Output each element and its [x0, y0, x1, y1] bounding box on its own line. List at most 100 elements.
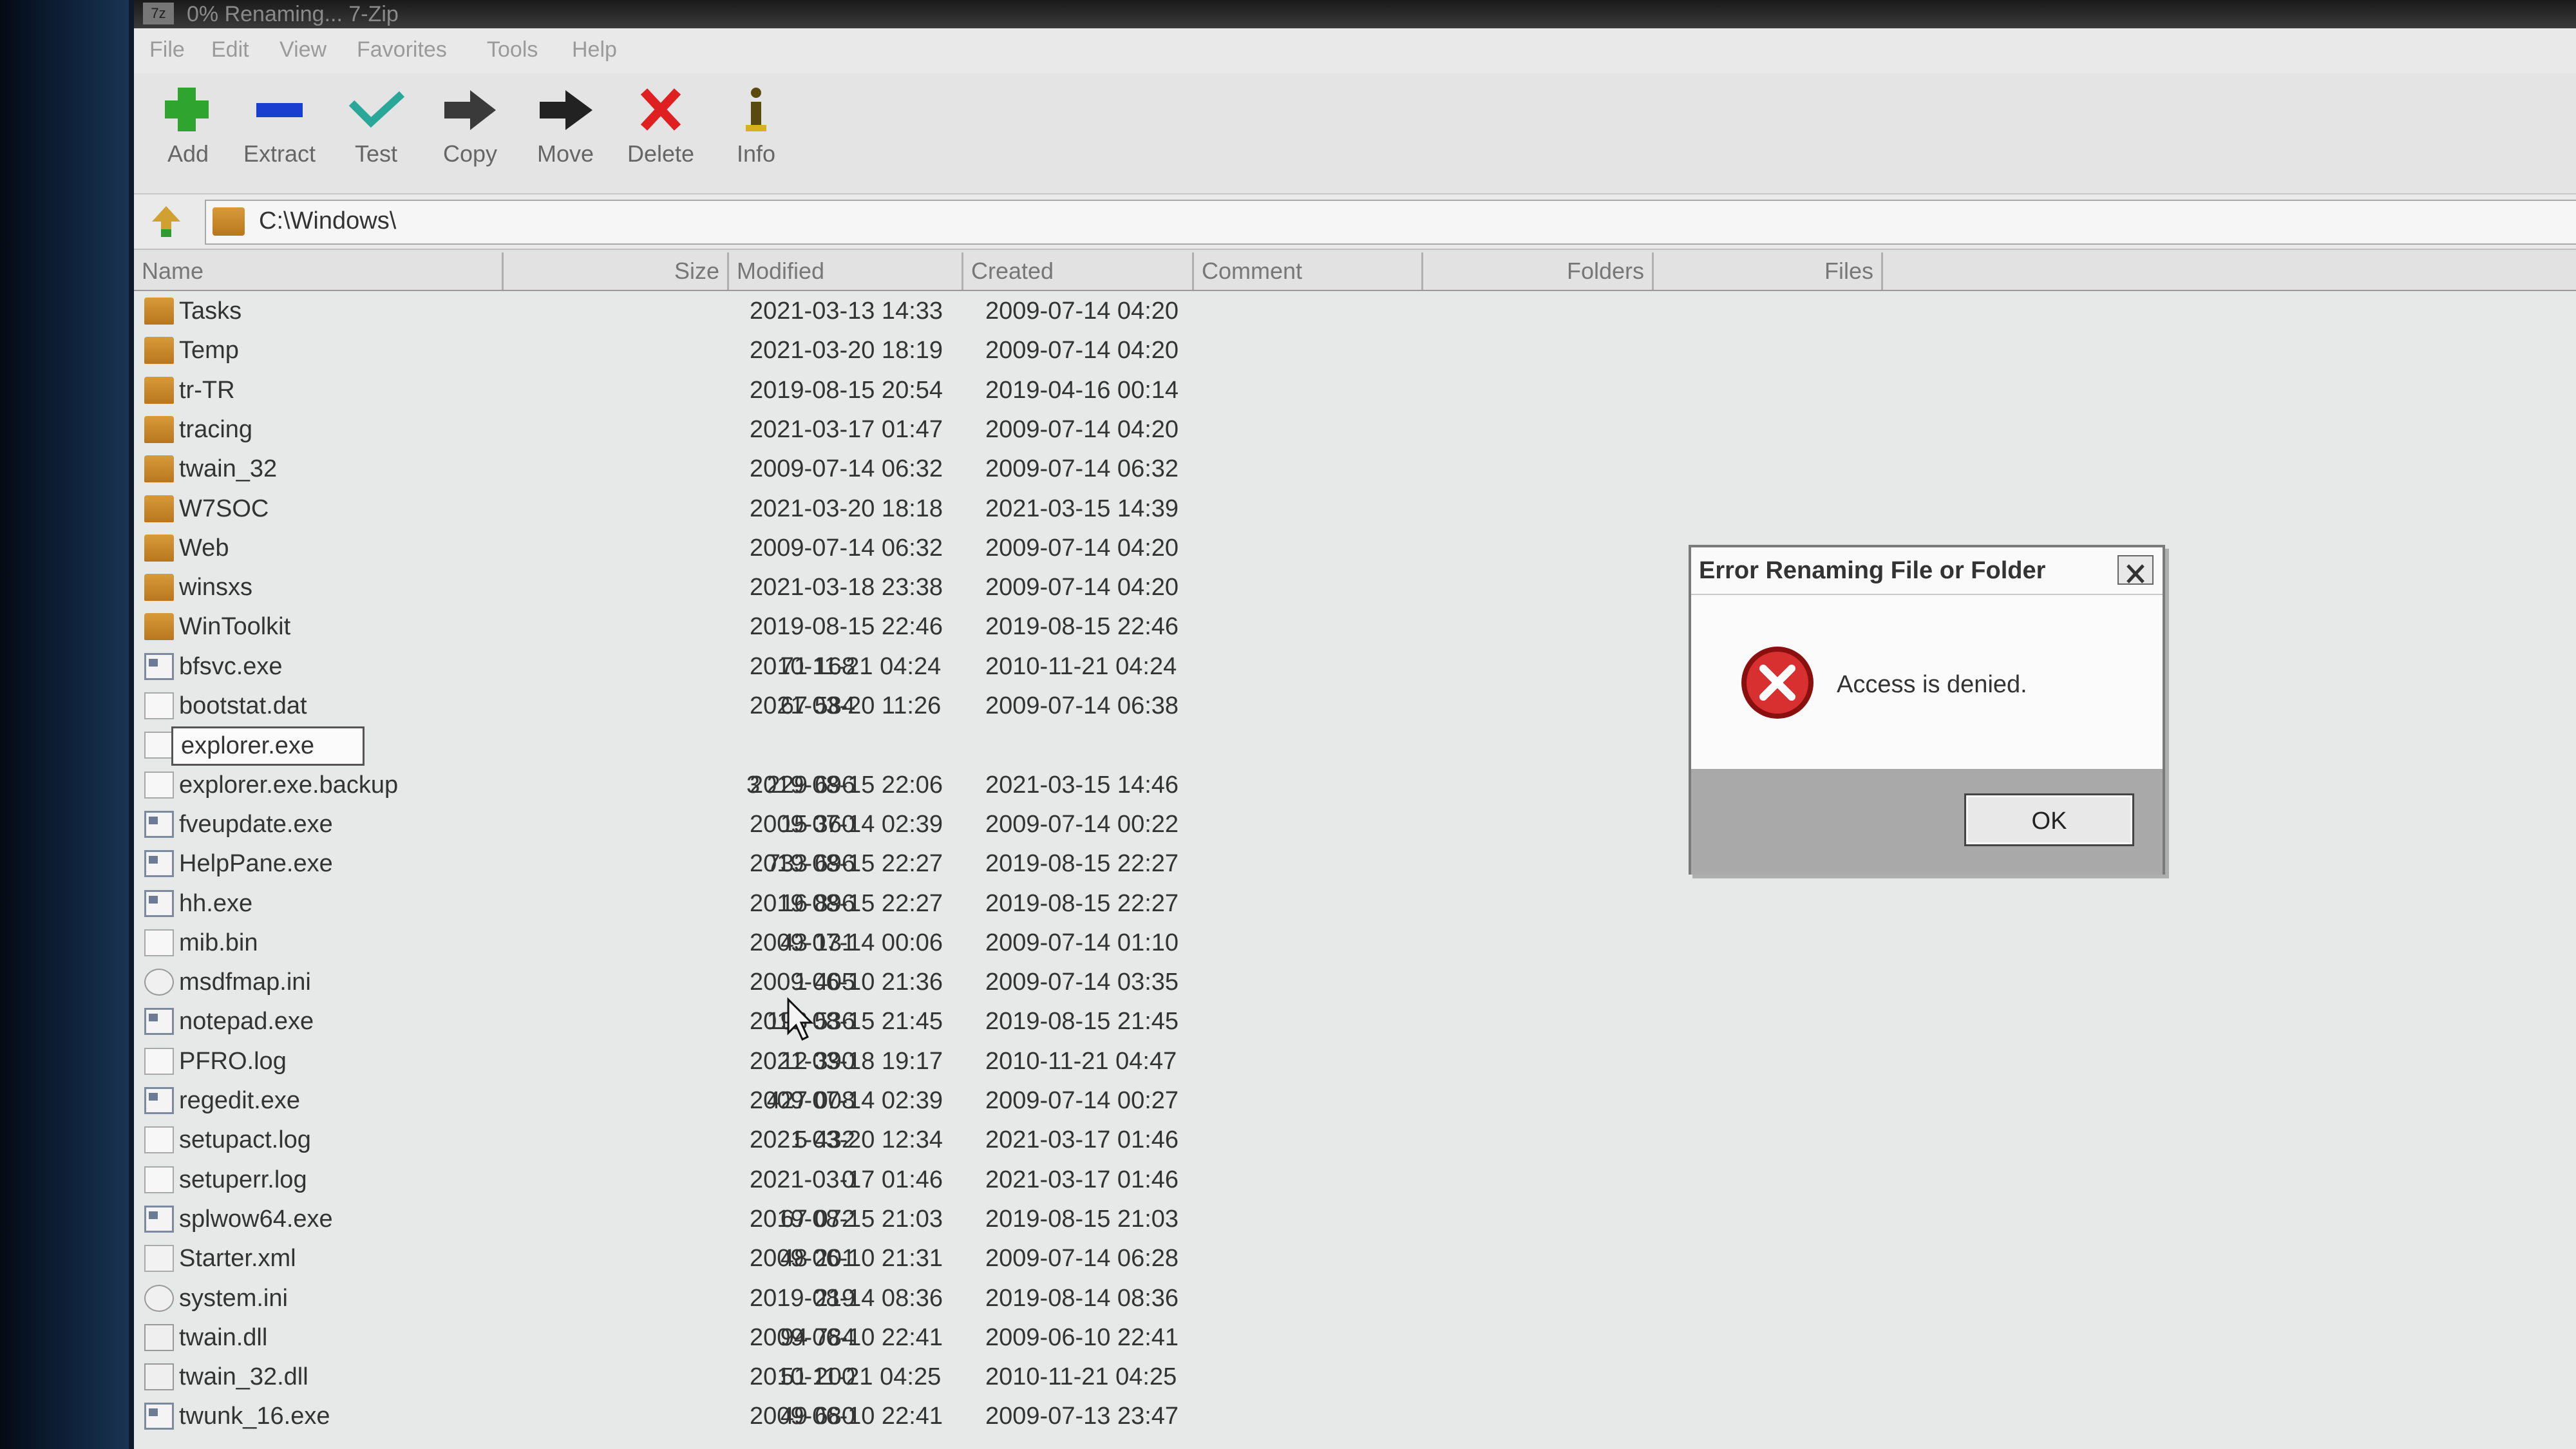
file-row[interactable]: tr-TR 2019-08-15 20:54 2019-04-16 00:14: [134, 370, 1358, 410]
file-name: bfsvc.exe: [179, 653, 283, 680]
file-row[interactable]: notepad.exe 193 536 2019-08-15 21:45 2019-0…: [134, 1001, 1358, 1041]
plus-icon: [165, 88, 209, 131]
file-modified: 2019-08-15 20:54: [750, 377, 943, 404]
ok-button[interactable]: OK: [1964, 793, 2134, 846]
file-created: 2009-07-14 03:35: [985, 969, 1179, 996]
info-label: Info: [736, 140, 776, 167]
column-header-folders[interactable]: Folders: [1423, 252, 1654, 290]
file-row[interactable]: mib.bin 43 131 2009-07-14 00:06 2009-07-14 …: [134, 923, 1358, 962]
file-row[interactable]: explorer.exe: [134, 725, 1358, 766]
exe-file-icon: [144, 1206, 174, 1233]
file-file-icon: [144, 1126, 174, 1153]
file-row[interactable]: HelpPane.exe 733 696 2019-08-15 22:27 2019-…: [134, 844, 1358, 883]
rename-input[interactable]: explorer.exe: [171, 726, 365, 766]
file-modified: 2019-08-15 21:45: [750, 1008, 943, 1035]
delete-button[interactable]: Delete: [616, 82, 706, 185]
file-created: 2010-11-21 04:25: [985, 1363, 1177, 1390]
file-row[interactable]: W7SOC 2021-03-20 18:18 2021-03-15 14:39: [134, 489, 1358, 528]
column-header-files[interactable]: Files: [1654, 252, 1883, 290]
address-field[interactable]: C:\Windows\: [205, 200, 2576, 245]
file-row[interactable]: fveupdate.exe 15 360 2009-07-14 02:39 2009-…: [134, 804, 1358, 844]
menu-edit[interactable]: Edit: [211, 37, 249, 62]
file-row[interactable]: twain_32.dll 51 200 2010-11-21 04:25 2010-1…: [134, 1357, 1358, 1396]
file-row[interactable]: tracing 2021-03-17 01:47 2009-07-14 04:20: [134, 410, 1358, 449]
file-row[interactable]: system.ini 219 2019-08-14 08:36 2019-08-14 …: [134, 1278, 1358, 1318]
file-modified: 2019-08-14 08:36: [750, 1285, 943, 1312]
file-row[interactable]: setupact.log 5 432 2021-03-20 12:34 2021-03…: [134, 1120, 1358, 1159]
file-name: twain_32: [179, 455, 278, 482]
file-modified: 2021-03-17 01:46: [750, 1166, 943, 1193]
file-modified: 2019-08-15 22:27: [750, 890, 943, 917]
file-modified: 2009-06-10 22:41: [750, 1324, 943, 1351]
add-button[interactable]: Add: [143, 82, 233, 185]
move-button[interactable]: Move: [520, 82, 611, 185]
column-header-size[interactable]: Size: [504, 252, 729, 290]
file-modified: 2009-07-14 06:32: [750, 455, 943, 482]
menu-tools[interactable]: Tools: [487, 37, 538, 62]
column-header-comment[interactable]: Comment: [1194, 252, 1423, 290]
file-modified: 2021-03-13 14:33: [750, 298, 943, 325]
file-row[interactable]: explorer.exe.backup 3 229 696 2019-08-15 2…: [134, 765, 1358, 804]
file-modified: 2009-07-14 02:39: [750, 811, 943, 838]
file-list: Tasks 2021-03-13 14:33 2009-07-14 04:20 Tem…: [134, 291, 2576, 1449]
menu-view[interactable]: View: [279, 37, 327, 62]
folder-icon: [144, 495, 174, 522]
dialog-body: Access is denied.: [1691, 595, 2163, 769]
copy-button[interactable]: Copy: [425, 82, 515, 185]
info-icon: [746, 88, 766, 131]
file-row[interactable]: twunk_16.exe 49 680 2009-06-10 22:41 2009-0…: [134, 1396, 1358, 1435]
extract-button[interactable]: Extract: [234, 82, 325, 185]
file-row[interactable]: msdfmap.ini 1 405 2009-06-10 21:36 2009-07-…: [134, 962, 1358, 1001]
test-label: Test: [354, 140, 398, 167]
address-path: C:\Windows\: [259, 207, 397, 234]
delete-x-icon: [640, 88, 681, 131]
file-created: 2021-03-17 01:46: [985, 1126, 1179, 1153]
delete-label: Delete: [627, 140, 695, 167]
column-header-modified[interactable]: Modified: [729, 252, 963, 290]
file-row[interactable]: regedit.exe 427 008 2009-07-14 02:39 2009-0…: [134, 1081, 1358, 1120]
up-folder-icon[interactable]: [147, 204, 185, 240]
file-row[interactable]: winsxs 2021-03-18 23:38 2009-07-14 04:20: [134, 567, 1358, 607]
file-row[interactable]: Web 2009-07-14 06:32 2009-07-14 04:20: [134, 528, 1358, 567]
menu-favorites[interactable]: Favorites: [357, 37, 447, 62]
column-header-created[interactable]: Created: [963, 252, 1194, 290]
file-name: notepad.exe: [179, 1008, 314, 1035]
test-button[interactable]: Test: [331, 82, 421, 185]
window-title: 0% Renaming... 7-Zip: [187, 2, 399, 26]
file-name: explorer.exe.backup: [179, 772, 399, 799]
info-button[interactable]: Info: [711, 82, 801, 185]
file-created: 2019-04-16 00:14: [985, 377, 1179, 404]
file-modified: 2019-08-15 22:06: [750, 772, 943, 799]
file-row[interactable]: PFRO.log 12 390 2021-03-18 19:17 2010-11-21…: [134, 1041, 1358, 1081]
file-name: system.ini: [179, 1285, 288, 1312]
column-header-name[interactable]: Name: [134, 252, 504, 290]
file-row[interactable]: twain_32 2009-07-14 06:32 2009-07-14 06:32: [134, 449, 1358, 488]
dialog-close-button[interactable]: [2117, 555, 2154, 585]
file-row[interactable]: splwow64.exe 67 072 2019-08-15 21:03 2019-0…: [134, 1199, 1358, 1238]
file-created: 2009-07-14 04:20: [985, 535, 1179, 562]
dialog-title: Error Renaming File or Folder: [1699, 557, 2046, 584]
menu-help[interactable]: Help: [572, 37, 617, 62]
address-bar: C:\Windows\: [134, 193, 2576, 250]
file-row[interactable]: bootstat.dat 67 584 2021-03-20 11:26 2009-0…: [134, 686, 1358, 725]
menu-bar: File Edit View Favorites Tools Help: [134, 28, 2576, 73]
file-row[interactable]: Tasks 2021-03-13 14:33 2009-07-14 04:20: [134, 291, 1358, 330]
file-row[interactable]: hh.exe 16 896 2019-08-15 22:27 2019-08-15 2…: [134, 884, 1358, 923]
menu-file[interactable]: File: [149, 37, 185, 62]
file-created: 2010-11-21 04:24: [985, 653, 1177, 680]
file-name: mib.bin: [179, 929, 258, 956]
file-row[interactable]: twain.dll 94 784 2009-06-10 22:41 2009-06-1…: [134, 1318, 1358, 1357]
file-created: 2021-03-15 14:46: [985, 772, 1179, 799]
file-row[interactable]: Starter.xml 48 201 2009-06-10 21:31 2009-07…: [134, 1238, 1358, 1278]
file-name: setuperr.log: [179, 1166, 307, 1193]
file-created: 2010-11-21 04:47: [985, 1048, 1177, 1075]
file-created: 2009-07-14 06:28: [985, 1245, 1179, 1272]
file-row[interactable]: setuperr.log 0 2021-03-17 01:46 2021-03-17 …: [134, 1160, 1358, 1199]
mouse-cursor-icon: [787, 997, 814, 1041]
file-row[interactable]: Temp 2021-03-20 18:19 2009-07-14 04:20: [134, 330, 1358, 370]
move-label: Move: [536, 140, 594, 167]
file-row[interactable]: WinToolkit 2019-08-15 22:46 2019-08-15 22:…: [134, 607, 1358, 646]
file-row[interactable]: bfsvc.exe 71 168 2010-11-21 04:24 2010-11-2…: [134, 647, 1358, 686]
file-name: HelpPane.exe: [179, 850, 333, 877]
exe-file-icon: [144, 1008, 174, 1035]
